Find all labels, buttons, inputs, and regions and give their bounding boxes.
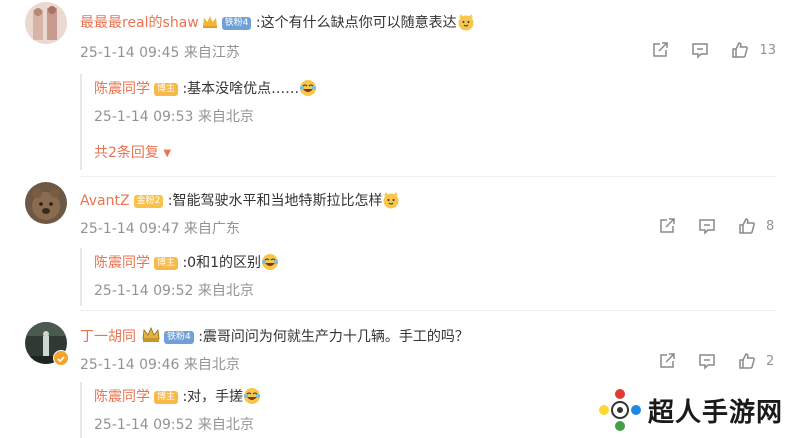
reply-username[interactable]: 陈震同学 bbox=[94, 389, 150, 405]
comment-icon bbox=[699, 354, 715, 370]
like-icon bbox=[732, 42, 749, 58]
like-button[interactable]: 2 bbox=[738, 352, 776, 370]
like-count: 8 bbox=[766, 218, 775, 234]
timestamp: 25-1-14 09:52 bbox=[94, 417, 194, 433]
share-icon bbox=[660, 218, 675, 233]
location: 来自广东 bbox=[183, 221, 240, 237]
comment-button[interactable] bbox=[698, 217, 716, 235]
share-button[interactable] bbox=[651, 41, 669, 59]
laugh-emoji-icon bbox=[243, 387, 261, 405]
username[interactable]: 最最最real的shaw bbox=[80, 15, 199, 31]
reply-box: 陈震同学 博主 :0和1的区别 25-1-14 09:52 来自北京 bbox=[80, 248, 772, 306]
watermark-logo-icon bbox=[599, 389, 641, 431]
crown-icon bbox=[142, 326, 160, 347]
reply-text: :基本没啥优点…… bbox=[182, 81, 300, 97]
timestamp: 25-1-14 09:45 bbox=[80, 45, 180, 61]
comment-button[interactable] bbox=[691, 41, 709, 59]
location: 来自北京 bbox=[197, 283, 254, 299]
location: 来自北京 bbox=[197, 109, 254, 125]
share-icon bbox=[660, 353, 675, 368]
timestamp: 25-1-14 09:46 bbox=[80, 357, 180, 373]
comment-meta: 25-1-14 09:46 来自北京 bbox=[80, 354, 240, 374]
share-icon bbox=[653, 42, 669, 57]
more-replies-label: 共2条回复 bbox=[94, 145, 159, 161]
reply-text: :对，手搓 bbox=[182, 389, 244, 405]
like-count: 2 bbox=[766, 353, 775, 369]
caret-down-icon: ▼ bbox=[163, 148, 172, 159]
reply-line: 陈震同学 博主 :基本没啥优点…… bbox=[94, 78, 317, 98]
divider bbox=[80, 176, 776, 177]
blogger-badge: 博主 bbox=[154, 83, 179, 96]
like-button[interactable]: 8 bbox=[738, 217, 776, 235]
divider bbox=[80, 310, 776, 311]
timestamp: 25-1-14 09:47 bbox=[80, 221, 180, 237]
share-button[interactable] bbox=[658, 352, 676, 370]
comment-meta: 25-1-14 09:47 来自广东 bbox=[80, 218, 240, 238]
like-button[interactable]: 13 bbox=[731, 41, 776, 59]
crown-icon bbox=[202, 15, 218, 33]
reply-text: :0和1的区别 bbox=[182, 255, 261, 271]
timestamp: 25-1-14 09:52 bbox=[94, 283, 194, 299]
like-count: 13 bbox=[759, 42, 776, 58]
blogger-badge: 博主 bbox=[154, 257, 179, 270]
username[interactable]: AvantZ bbox=[80, 193, 130, 209]
like-icon bbox=[739, 218, 755, 234]
location: 来自江苏 bbox=[183, 45, 240, 61]
watermark: 超人手游网 bbox=[598, 388, 783, 432]
comment-line: 最最最real的shaw 铁粉4 :这个有什么缺点你可以随意表达 bbox=[80, 12, 475, 33]
comment-icon bbox=[692, 43, 709, 59]
cat-emoji-icon bbox=[457, 13, 475, 31]
comment-icon bbox=[699, 219, 715, 235]
reply-line: 陈震同学 博主 :0和1的区别 bbox=[94, 252, 279, 272]
comment-meta: 25-1-14 09:45 来自江苏 bbox=[80, 42, 240, 62]
avatar[interactable] bbox=[25, 2, 67, 44]
reply-line: 陈震同学 博主 :对，手搓 bbox=[94, 386, 261, 406]
comment-text: :震哥问问为何就生产力十几辆。手工的吗？ bbox=[198, 329, 469, 345]
comment-line: AvantZ 金粉2 :智能驾驶水平和当地特斯拉比怎样 bbox=[80, 190, 400, 210]
reply-username[interactable]: 陈震同学 bbox=[94, 81, 150, 97]
comment-text: :这个有什么缺点你可以随意表达 bbox=[255, 15, 457, 31]
verified-icon bbox=[53, 350, 69, 366]
reply-meta: 25-1-14 09:53 来自北京 bbox=[94, 106, 254, 126]
more-replies-link[interactable]: 共2条回复 ▼ bbox=[94, 142, 171, 162]
location: 来自北京 bbox=[197, 417, 254, 433]
comment-button[interactable] bbox=[698, 352, 716, 370]
timestamp: 25-1-14 09:53 bbox=[94, 109, 194, 125]
comment-actions: 8 bbox=[658, 217, 776, 235]
share-button[interactable] bbox=[658, 217, 676, 235]
avatar[interactable] bbox=[25, 182, 67, 224]
like-icon bbox=[739, 353, 755, 369]
cat-emoji-icon bbox=[382, 191, 400, 209]
fan-badge: 铁粉4 bbox=[221, 17, 252, 30]
fan-badge: 金粉2 bbox=[133, 195, 164, 208]
username[interactable]: 丁一胡同 bbox=[80, 329, 136, 345]
reply-meta: 25-1-14 09:52 来自北京 bbox=[94, 280, 254, 300]
comment-actions: 2 bbox=[658, 352, 776, 370]
location: 来自北京 bbox=[183, 357, 240, 373]
laugh-emoji-icon bbox=[261, 253, 279, 271]
reply-meta: 25-1-14 09:52 来自北京 bbox=[94, 414, 254, 434]
laugh-emoji-icon bbox=[299, 79, 317, 97]
reply-username[interactable]: 陈震同学 bbox=[94, 255, 150, 271]
fan-badge: 铁粉4 bbox=[164, 331, 194, 344]
comment-text: :智能驾驶水平和当地特斯拉比怎样 bbox=[167, 193, 383, 209]
comment-actions: 13 bbox=[651, 41, 776, 59]
comment-line: 丁一胡同 铁粉4 :震哥问问为何就生产力十几辆。手工的吗？ bbox=[80, 326, 469, 347]
reply-box: 陈震同学 博主 :基本没啥优点…… 25-1-14 09:53 来自北京 共2条回… bbox=[80, 74, 772, 170]
watermark-text: 超人手游网 bbox=[648, 397, 784, 428]
blogger-badge: 博主 bbox=[154, 391, 179, 404]
